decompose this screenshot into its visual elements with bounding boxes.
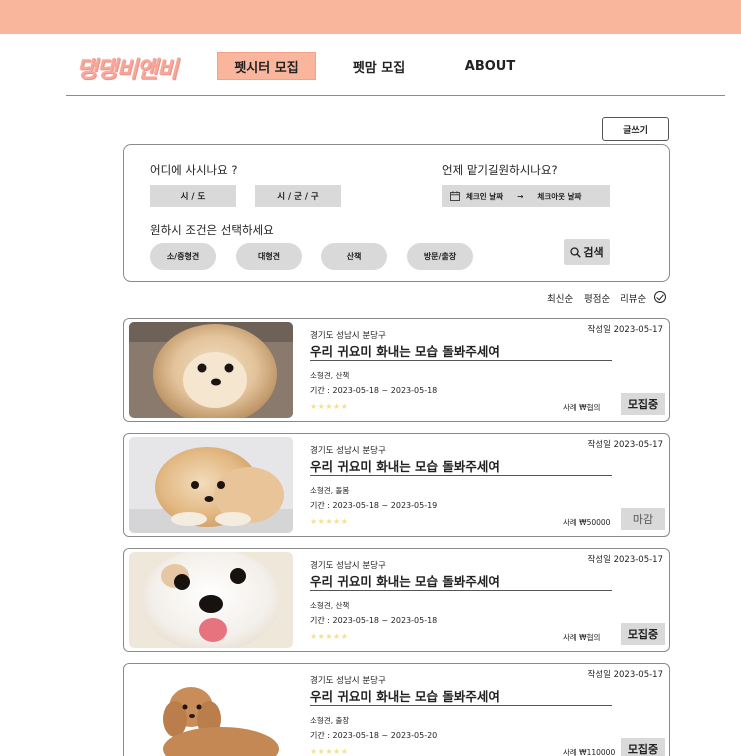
nav-about[interactable]: ABOUT bbox=[460, 52, 520, 80]
rating-stars: ★★★★★ bbox=[310, 632, 349, 641]
arrow-icon: → bbox=[517, 191, 524, 201]
post-card[interactable]: 경기도 성남시 분당구 작성일 2023-05-17 우리 귀요미 화내는 모습… bbox=[123, 318, 670, 422]
when-label: 언제 맡기길원하시나요? bbox=[442, 163, 558, 177]
post-title[interactable]: 우리 귀요미 화내는 모습 돌봐주세여 bbox=[310, 341, 500, 360]
pill-small-medium[interactable]: 소/중형견 bbox=[150, 243, 216, 270]
condition-label: 원하시 조건은 선택하세요 bbox=[150, 223, 274, 237]
rating-stars: ★★★★★ bbox=[310, 402, 349, 411]
post-price: 사례 ₩50000 bbox=[563, 518, 611, 527]
district-select[interactable]: 시 / 군 / 구 bbox=[255, 185, 341, 207]
title-underline bbox=[310, 360, 612, 361]
post-location: 경기도 성남시 분당구 bbox=[310, 446, 386, 456]
rating-stars: ★★★★★ bbox=[310, 517, 349, 526]
status-badge[interactable]: 마감 bbox=[621, 508, 665, 530]
post-price: 사례 ₩협의 bbox=[563, 403, 601, 412]
rating-stars: ★★★★★ bbox=[310, 747, 349, 756]
pill-large[interactable]: 대형견 bbox=[236, 243, 302, 270]
post-date: 작성일 2023-05-17 bbox=[587, 670, 663, 680]
status-badge[interactable]: 모집중 bbox=[621, 738, 665, 756]
sort-rating[interactable]: 평점순 bbox=[584, 291, 610, 305]
calendar-icon bbox=[450, 191, 460, 201]
post-period: 기간 : 2023-05-18 ~ 2023-05-18 bbox=[310, 616, 438, 625]
checkin-label: 체크인 날짜 bbox=[466, 191, 504, 201]
post-period: 기간 : 2023-05-18 ~ 2023-05-18 bbox=[310, 386, 438, 395]
search-icon bbox=[570, 246, 582, 258]
title-underline bbox=[310, 475, 612, 476]
post-period: 기간 : 2023-05-18 ~ 2023-05-19 bbox=[310, 501, 438, 510]
post-card[interactable]: 경기도 성남시 분당구 작성일 2023-05-17 우리 귀요미 화내는 모습… bbox=[123, 433, 670, 537]
dog-photo bbox=[129, 667, 293, 756]
write-button[interactable]: 글쓰기 bbox=[602, 117, 669, 141]
nav-petsitter[interactable]: 펫시터 모집 bbox=[217, 52, 316, 80]
status-badge[interactable]: 모집중 bbox=[621, 393, 665, 415]
post-location: 경기도 성남시 분당구 bbox=[310, 676, 386, 686]
where-label: 어디에 사시나요 ? bbox=[150, 163, 238, 177]
post-tags: 소형견, 출장 bbox=[310, 716, 350, 725]
post-location: 경기도 성남시 분당구 bbox=[310, 331, 386, 341]
checkout-label: 체크아웃 날짜 bbox=[537, 191, 582, 201]
post-price: 사례 ₩협의 bbox=[563, 633, 601, 642]
post-date: 작성일 2023-05-17 bbox=[587, 555, 663, 565]
top-banner bbox=[0, 0, 741, 34]
pill-visit[interactable]: 방문/출장 bbox=[407, 243, 473, 270]
sort-review[interactable]: 리뷰순 bbox=[620, 291, 646, 305]
post-tags: 소형견, 돌봄 bbox=[310, 486, 350, 495]
post-location: 경기도 성남시 분당구 bbox=[310, 561, 386, 571]
post-card[interactable]: 경기도 성남시 분당구 작성일 2023-05-17 우리 귀요미 화내는 모습… bbox=[123, 548, 670, 652]
check-circle-icon bbox=[654, 291, 666, 303]
title-underline bbox=[310, 590, 612, 591]
city-select[interactable]: 시 / 도 bbox=[150, 185, 236, 207]
dog-photo bbox=[129, 552, 293, 648]
pill-walk[interactable]: 산책 bbox=[321, 243, 387, 270]
post-price: 사례 ₩110000 bbox=[563, 748, 616, 756]
post-title[interactable]: 우리 귀요미 화내는 모습 돌봐주세여 bbox=[310, 571, 500, 590]
post-title[interactable]: 우리 귀요미 화내는 모습 돌봐주세여 bbox=[310, 686, 500, 705]
date-range-picker[interactable]: 체크인 날짜 → 체크아웃 날짜 bbox=[442, 185, 610, 207]
sort-latest[interactable]: 최신순 bbox=[547, 291, 573, 305]
post-date: 작성일 2023-05-17 bbox=[587, 325, 663, 335]
title-underline bbox=[310, 705, 612, 706]
logo[interactable]: 댕댕비앤비 bbox=[76, 50, 178, 84]
post-title[interactable]: 우리 귀요미 화내는 모습 돌봐주세여 bbox=[310, 456, 500, 475]
post-tags: 소형견, 산책 bbox=[310, 371, 350, 380]
search-button[interactable]: 검색 bbox=[564, 239, 610, 265]
status-badge[interactable]: 모집중 bbox=[621, 623, 665, 645]
post-date: 작성일 2023-05-17 bbox=[587, 440, 663, 450]
post-card[interactable]: 경기도 성남시 분당구 작성일 2023-05-17 우리 귀요미 화내는 모습… bbox=[123, 663, 670, 756]
post-tags: 소형견, 산책 bbox=[310, 601, 350, 610]
nav-petmom[interactable]: 펫맘 모집 bbox=[345, 52, 413, 80]
dog-photo bbox=[129, 322, 293, 418]
post-period: 기간 : 2023-05-18 ~ 2023-05-20 bbox=[310, 731, 438, 740]
header-divider bbox=[66, 95, 725, 96]
search-label: 검색 bbox=[583, 246, 604, 259]
dog-photo bbox=[129, 437, 293, 533]
